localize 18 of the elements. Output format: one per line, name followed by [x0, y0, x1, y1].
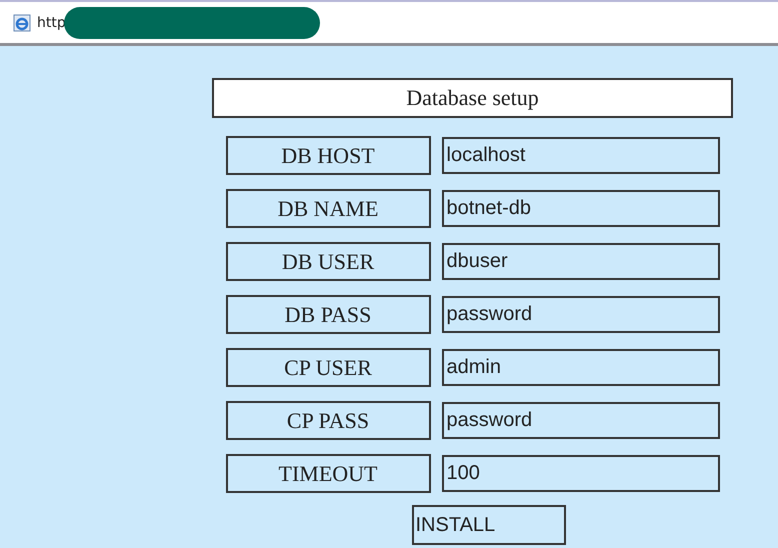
input-field[interactable]: 100	[442, 455, 720, 492]
field-label: TIMEOUT	[226, 454, 430, 493]
field-label: CP USER	[226, 348, 430, 387]
field-label: DB USER	[226, 242, 430, 281]
field-label: DB PASS	[226, 295, 430, 334]
input-field[interactable]: password	[442, 296, 720, 333]
browser-page-icon	[13, 14, 31, 32]
input-field[interactable]: botnet-db	[442, 190, 720, 227]
input-field[interactable]: localhost	[442, 137, 720, 174]
field-label: DB NAME	[226, 189, 430, 228]
field-label: DB HOST	[226, 136, 430, 175]
form-title: Database setup	[212, 78, 733, 118]
input-field[interactable]: admin	[442, 349, 720, 386]
input-field[interactable]: dbuser	[442, 243, 720, 280]
input-field[interactable]: password	[442, 402, 720, 439]
address-text: http	[37, 14, 66, 30]
field-label: CP PASS	[226, 401, 430, 440]
install-button[interactable]: INSTALL	[412, 505, 566, 545]
